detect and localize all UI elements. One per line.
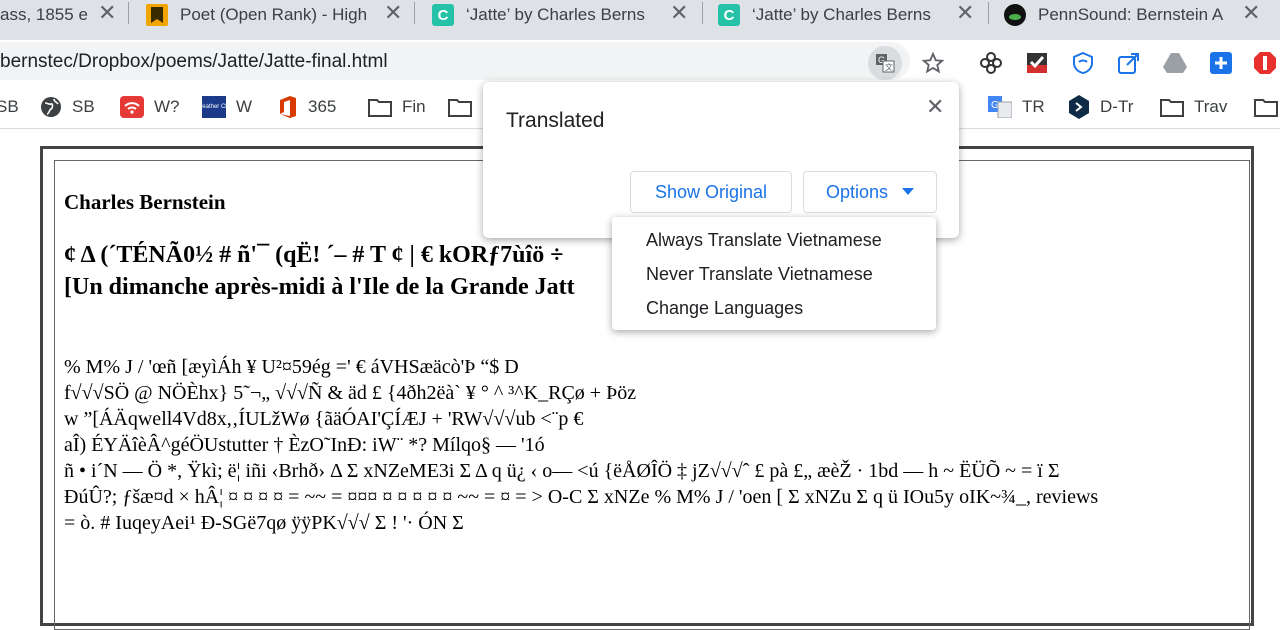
globe-icon	[40, 96, 62, 118]
bookmark-folder[interactable]	[448, 96, 482, 118]
hexagon-icon	[1068, 95, 1090, 119]
bookmark-sb-1[interactable]: SB	[0, 96, 19, 118]
shield-extension-icon[interactable]	[1070, 50, 1096, 76]
translate-icon[interactable]: G文	[868, 46, 902, 80]
bookmark-label: TR	[1022, 97, 1045, 116]
tab-title: PennSound: Bernstein A	[1038, 5, 1224, 24]
tab-3[interactable]: C ‘Jatte’ by Charles Berns	[432, 2, 692, 28]
close-icon[interactable]: ✕	[926, 94, 944, 120]
url-text[interactable]: bernstec/Dropbox/poems/Jatte/Jatte-final…	[0, 51, 388, 73]
poem-line: ÐúÛ?; ƒšæ¤d × hÂ¦ ¤ ¤ ¤ ¤ = ~~ = ¤¤¤ ¤ ¤…	[64, 486, 1099, 508]
bookmark-icon	[146, 4, 168, 26]
tab-separator	[988, 2, 989, 24]
bookmark-trav[interactable]: Trav	[1160, 96, 1227, 118]
options-menu: Always Translate Vietnamese Never Transl…	[612, 217, 936, 330]
close-icon[interactable]: ✕	[670, 2, 688, 24]
wifi-red-icon	[120, 96, 144, 118]
popup-title: Translated	[506, 109, 605, 132]
bookmark-w[interactable]: The Weather Channel W	[202, 96, 252, 118]
tab-title: ‘Jatte’ by Charles Berns	[466, 5, 645, 24]
bookmark-d-tr[interactable]: D-Tr	[1068, 95, 1134, 119]
poem-line: aÎ) ÉYÄîèÂ^géÖUstutter † ÈzO˜InÐ: iW¨ *?…	[64, 434, 545, 456]
bookmark-label: W	[236, 97, 253, 116]
bookmark-label: Trav	[1194, 97, 1228, 116]
menu-item-never-translate[interactable]: Never Translate Vietnamese	[646, 264, 873, 285]
tab-2[interactable]: Poet (Open Rank) - High	[146, 2, 406, 28]
close-icon[interactable]: ✕	[98, 2, 116, 24]
poem-line: % M% J / 'œñ [æyìÁh ¥ U²¤59ég =' € áVHSæ…	[64, 356, 519, 378]
poem-title-line-1: ¢ Δ (´TÉNÃ0½ # ñ'¯ (qË! ´– # T ¢ | € kOR…	[64, 242, 564, 268]
bookmark-label: W?	[154, 97, 180, 116]
tab-4[interactable]: C ‘Jatte’ by Charles Berns	[718, 2, 980, 28]
poem-line: w ”[ÁÄqwell4Vd8x,‚ÍULžWø {ãäÓAI'ÇÍÆJ + '…	[64, 408, 584, 430]
bookmark-label: Fin	[402, 97, 426, 116]
folder-icon	[1160, 97, 1184, 117]
menu-item-change-languages[interactable]: Change Languages	[646, 298, 803, 319]
tab-title: ‘Jatte’ by Charles Berns	[752, 5, 931, 24]
drive-icon[interactable]	[1162, 50, 1188, 76]
poem-author: Charles Bernstein	[64, 190, 226, 214]
close-icon[interactable]: ✕	[956, 2, 974, 24]
external-link-extension-icon[interactable]	[1116, 50, 1142, 76]
poem-line: = ò. # IuqeyAei¹ Ð-SGë7qø ÿÿPK√√√ Σ ! '·…	[64, 512, 464, 534]
tab-separator	[414, 2, 415, 24]
bookmark-w-question[interactable]: W?	[120, 96, 180, 118]
bookmark-tr[interactable]: G TR	[988, 96, 1045, 118]
office-icon	[278, 96, 298, 118]
flower-extension-icon[interactable]	[978, 50, 1004, 76]
stop-extension-icon[interactable]	[1252, 50, 1278, 76]
google-translate-icon: G	[988, 96, 1012, 118]
star-icon[interactable]	[916, 46, 950, 80]
menu-item-always-translate[interactable]: Always Translate Vietnamese	[646, 230, 882, 251]
bookmark-label: SB	[0, 97, 19, 116]
tab-title: Poet (Open Rank) - High	[180, 5, 368, 24]
poem-line: ñ • i´N — Ö *, Ÿkì; ë¦ iñi ‹Brhð› Δ Σ xN…	[64, 460, 1060, 482]
bookmark-sb-2[interactable]: SB	[40, 96, 95, 118]
tab-5[interactable]: PennSound: Bernstein A	[1004, 2, 1274, 28]
c-letter-icon: C	[432, 4, 454, 26]
poem-line: f√√√SÖ @ NÖÈhx} 5˜¬„ √√√Ñ & äd £ {4ðh2ëà…	[64, 382, 637, 404]
tab-separator	[128, 2, 129, 24]
bookmark-label: SB	[72, 97, 95, 116]
tab-separator	[702, 2, 703, 24]
show-original-button[interactable]: Show Original	[630, 171, 792, 213]
folder-icon	[1254, 97, 1278, 117]
folder-icon	[368, 97, 392, 117]
close-icon[interactable]: ✕	[384, 2, 402, 24]
c-letter-icon: C	[718, 4, 740, 26]
translate-popup: Translated ✕ Show Original Options	[483, 82, 959, 238]
tab-title: ass, 1855 e	[0, 5, 88, 24]
poem-title-line-2: [Un dimanche après-midi à l'Ile de la Gr…	[64, 274, 575, 300]
checkmark-extension-icon[interactable]	[1024, 50, 1050, 76]
svg-text:文: 文	[885, 62, 893, 72]
bookmark-label: D-Tr	[1100, 97, 1134, 116]
pennsound-icon	[1004, 4, 1026, 26]
weather-channel-icon: The Weather Channel	[202, 96, 226, 118]
bookmark-fin[interactable]: Fin	[368, 96, 426, 118]
options-label: Options	[825, 181, 889, 202]
bookmark-folder-end[interactable]	[1254, 96, 1280, 118]
close-icon[interactable]: ✕	[1242, 2, 1260, 24]
caret-down-icon	[902, 188, 915, 196]
bookmark-365[interactable]: 365	[278, 96, 336, 118]
folder-icon	[448, 97, 472, 117]
bookmark-label: 365	[308, 97, 337, 116]
options-button[interactable]: Options	[803, 171, 937, 213]
plus-extension-icon[interactable]	[1208, 50, 1234, 76]
